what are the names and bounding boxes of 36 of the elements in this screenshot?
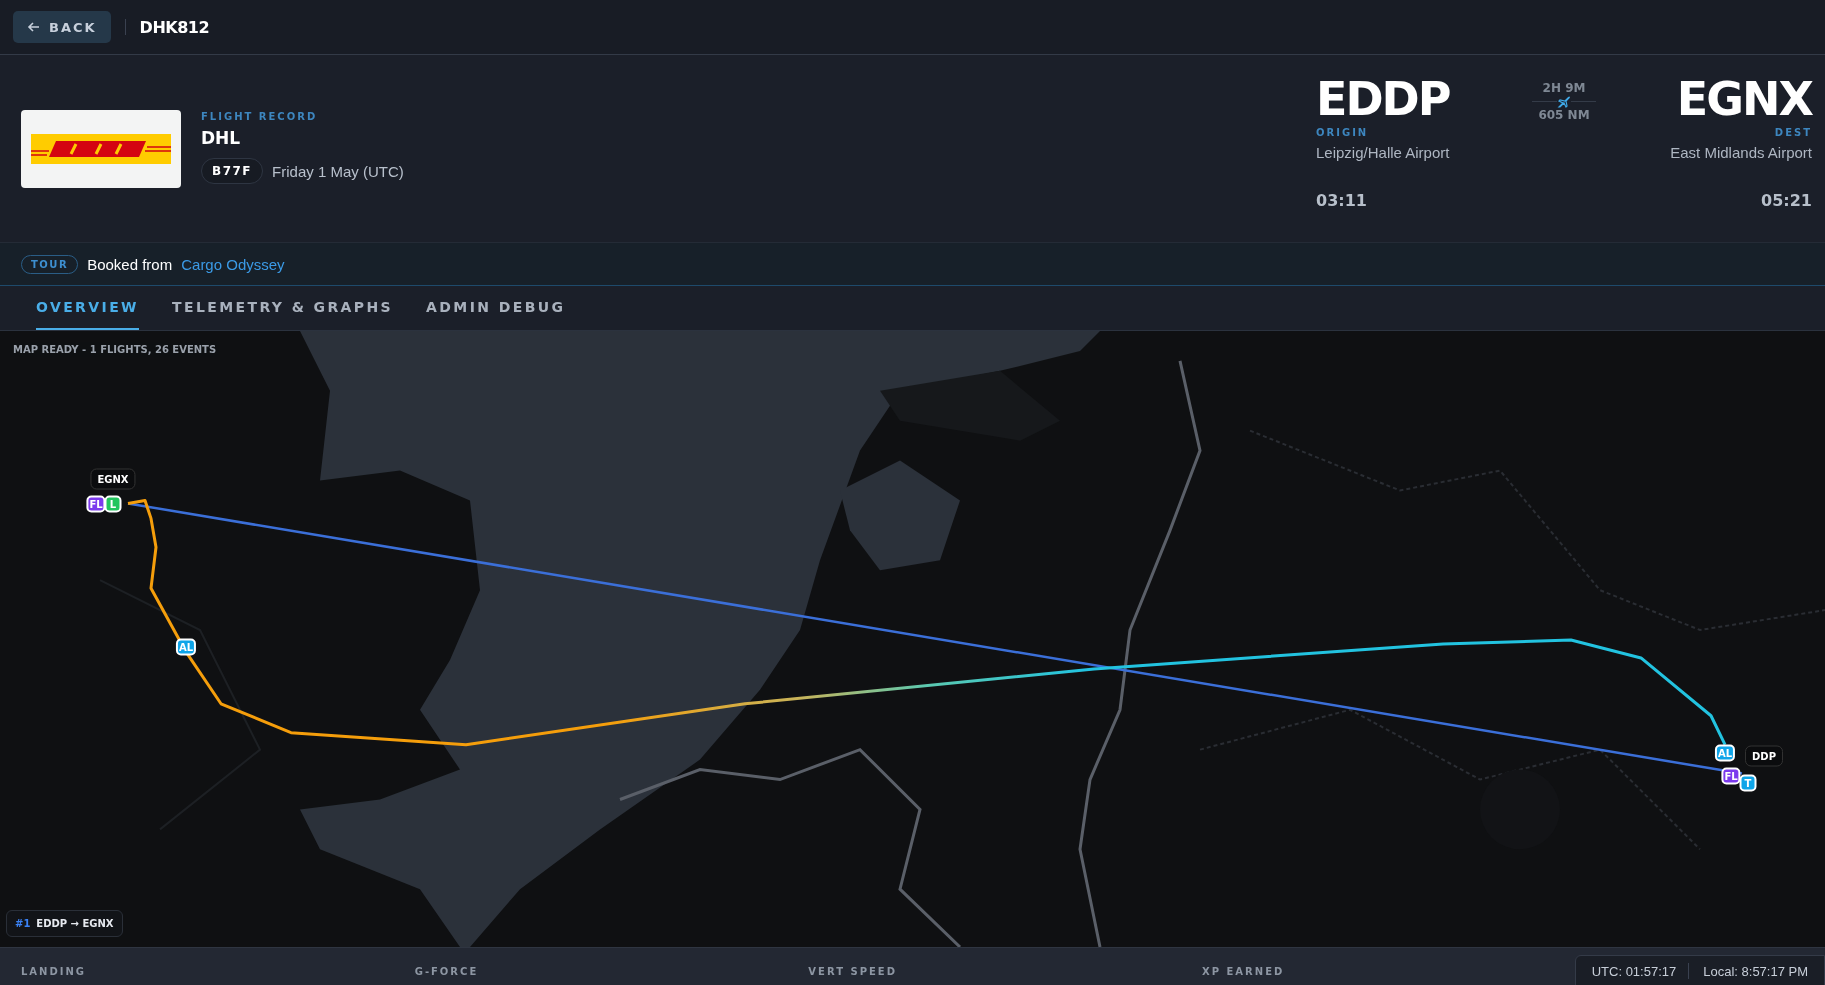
flight-route: EDDP → EGNX	[36, 918, 114, 929]
event-marker[interactable]: FL	[1721, 767, 1741, 785]
plane-icon	[1557, 94, 1571, 109]
logo-icon	[31, 133, 171, 164]
back-button[interactable]: BACK	[13, 11, 111, 43]
utc-time: UTC: 01:57:17	[1591, 963, 1678, 979]
tour-link[interactable]: Cargo Odyssey	[181, 255, 285, 273]
stat-label: LANDING	[21, 966, 87, 977]
flight-chip[interactable]: #1 EDDP → EGNX	[6, 910, 123, 937]
flight-index: #1	[15, 918, 31, 929]
airport-label[interactable]: DDP	[1745, 745, 1783, 767]
stat-label: XP EARNED	[1202, 966, 1285, 977]
airport-name: Leipzig/Halle Airport	[1316, 144, 1451, 161]
airport-label[interactable]: EGNX	[90, 468, 136, 490]
duration: 2H 9M	[1542, 81, 1586, 95]
event-marker[interactable]: FL	[86, 495, 106, 513]
block-time: 03:11	[1316, 191, 1368, 210]
airport-role: ORIGIN	[1316, 127, 1370, 138]
flight-date: Friday 1 May (UTC)	[272, 162, 404, 180]
airport-name: East Midlands Airport	[1670, 144, 1812, 161]
arrow-left-icon	[27, 20, 41, 34]
tab[interactable]: ADMIN DEBUG	[426, 286, 566, 330]
tab[interactable]: TELEMETRY & GRAPHS	[171, 286, 394, 330]
airport-code: EGNX	[1676, 75, 1812, 123]
section-label: FLIGHT RECORD	[201, 111, 319, 122]
stat-label: VERT SPEED	[808, 966, 897, 977]
stat-label: G-FORCE	[414, 966, 479, 977]
airline-name: DHL	[201, 128, 242, 148]
flight-number: DHK812	[139, 17, 210, 37]
local-time: Local: 8:57:17 PM	[1703, 963, 1810, 979]
airport-role: DEST	[1774, 127, 1812, 138]
booked-from-text: Booked from	[87, 255, 173, 273]
distance: 605 NM	[1538, 108, 1590, 122]
aircraft-badge: B77F	[201, 158, 264, 184]
block-time: 05:21	[1761, 191, 1812, 210]
airport-code: EDDP	[1316, 75, 1451, 123]
